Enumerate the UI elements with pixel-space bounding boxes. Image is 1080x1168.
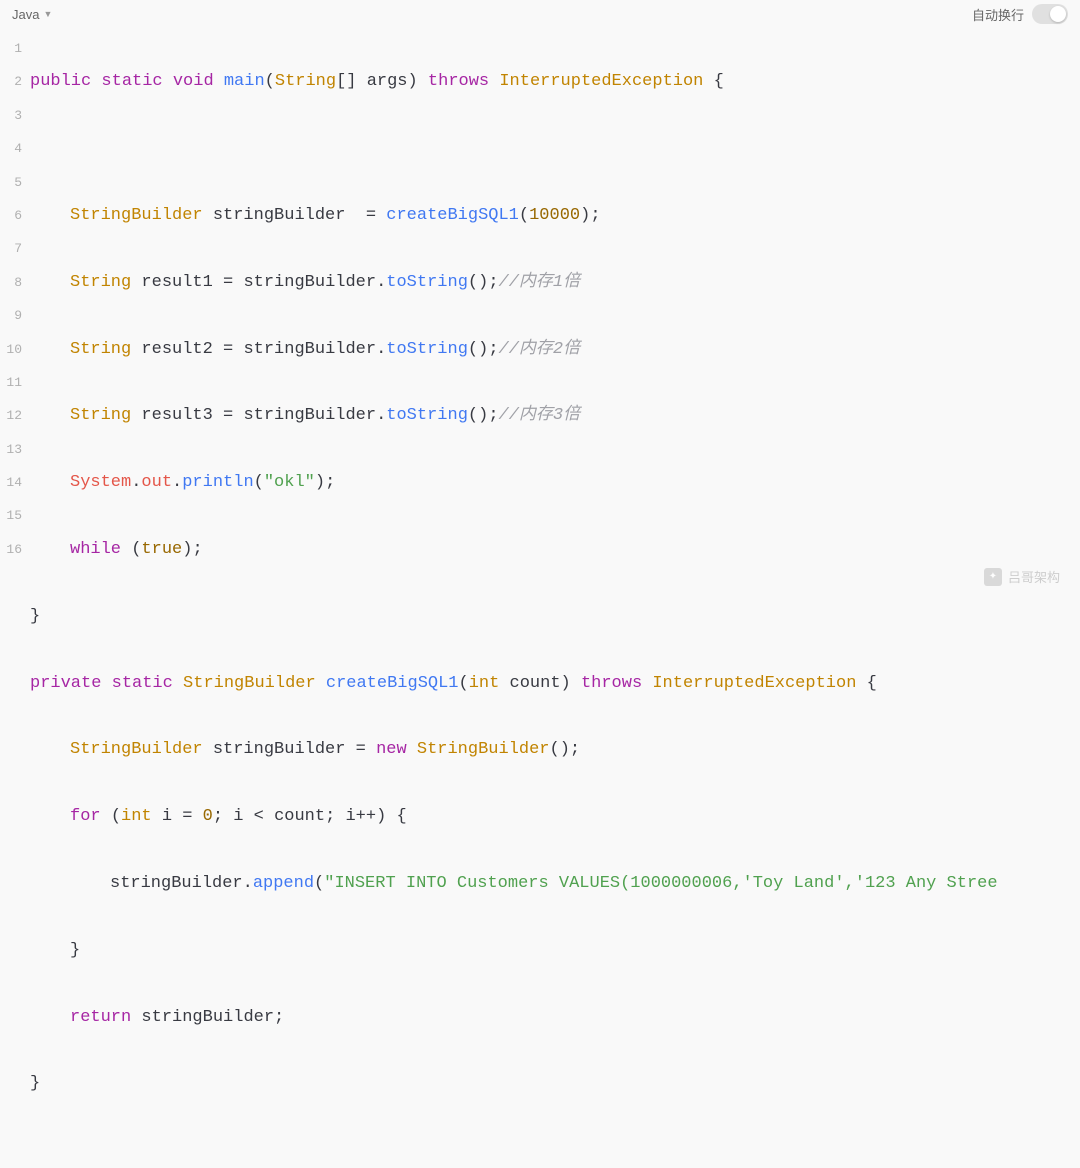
code-content[interactable]: public static void main(String[] args) t…: [30, 32, 1080, 1168]
code-line: return stringBuilder;: [30, 1001, 1080, 1034]
line-number: 16: [0, 533, 22, 566]
wechat-icon: ✦: [984, 568, 1002, 586]
code-line: private static StringBuilder createBigSQ…: [30, 667, 1080, 700]
toggle-knob: [1050, 6, 1066, 22]
line-number: 1: [0, 32, 22, 65]
line-number: 12: [0, 399, 22, 432]
line-number: 11: [0, 366, 22, 399]
code-line: String result2 = stringBuilder.toString(…: [30, 333, 1080, 366]
line-number: 2: [0, 65, 22, 98]
line-gutter: 1 2 3 4 5 6 7 8 9 10 11 12 13 14 15 16: [0, 32, 30, 1168]
line-number: 3: [0, 99, 22, 132]
line-number: 10: [0, 333, 22, 366]
code-line: [30, 132, 1080, 165]
wrap-label: 自动换行: [972, 5, 1024, 24]
caret-down-icon: ▼: [43, 9, 52, 19]
language-selector[interactable]: Java ▼: [12, 7, 52, 22]
toolbar: Java ▼ 自动换行: [0, 0, 1080, 28]
line-number: 7: [0, 232, 22, 265]
line-number: 15: [0, 499, 22, 532]
line-number: 8: [0, 266, 22, 299]
code-line: while (true);: [30, 533, 1080, 566]
language-label: Java: [12, 7, 39, 22]
line-number: 13: [0, 433, 22, 466]
code-line: StringBuilder stringBuilder = new String…: [30, 733, 1080, 766]
code-line: public static void main(String[] args) t…: [30, 65, 1080, 98]
watermark-text: 吕哥架构: [1008, 567, 1060, 586]
code-line: stringBuilder.append("INSERT INTO Custom…: [30, 867, 1080, 900]
code-editor[interactable]: 1 2 3 4 5 6 7 8 9 10 11 12 13 14 15 16 p…: [0, 28, 1080, 1168]
code-line: }: [30, 934, 1080, 967]
code-line: }: [30, 600, 1080, 633]
wrap-toggle-group: 自动换行: [972, 4, 1068, 24]
code-line: for (int i = 0; i < count; i++) {: [30, 800, 1080, 833]
code-line: StringBuilder stringBuilder = createBigS…: [30, 199, 1080, 232]
code-line: String result1 = stringBuilder.toString(…: [30, 266, 1080, 299]
wrap-toggle[interactable]: [1032, 4, 1068, 24]
code-line: String result3 = stringBuilder.toString(…: [30, 399, 1080, 432]
code-line: System.out.println("okl");: [30, 466, 1080, 499]
line-number: 14: [0, 466, 22, 499]
code-line: }: [30, 1067, 1080, 1100]
watermark: ✦ 吕哥架构: [984, 567, 1060, 586]
line-number: 5: [0, 166, 22, 199]
line-number: 9: [0, 299, 22, 332]
line-number: 6: [0, 199, 22, 232]
line-number: 4: [0, 132, 22, 165]
